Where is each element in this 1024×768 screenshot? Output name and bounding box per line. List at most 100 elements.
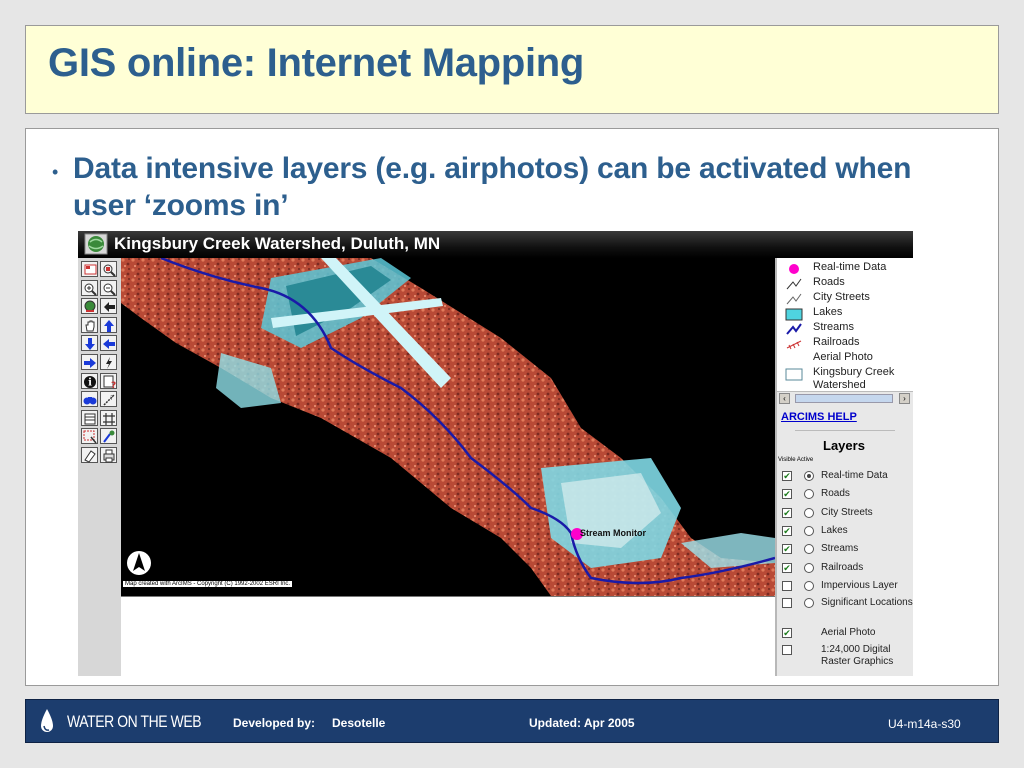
map-view[interactable]: Stream Monitor Map created with ArcIMS -… [121,258,775,596]
legend-item: Railroads [777,336,913,351]
pan-east-icon[interactable] [81,354,98,370]
layer-active-radio[interactable] [804,489,814,499]
legend-item-label: Lakes [813,306,843,318]
layer-label: City Streets [821,507,873,518]
divider [795,430,895,431]
roads-line-icon [785,277,803,291]
layer-active-radio[interactable] [804,598,814,608]
streets-line-icon [785,292,803,306]
water-drop-icon [41,709,53,732]
layer-visible-checkbox[interactable] [782,645,792,655]
legend-item: Roads [777,276,913,291]
bullet-marker: • [52,162,59,182]
layers-panel: ARCIMS HELP Layers Visible Active ✔ Real-… [777,404,913,676]
layer-visible-checkbox[interactable] [782,598,792,608]
layer-visible-checkbox[interactable] [782,581,792,591]
legend-item: Streams [777,321,913,336]
legend-item-label: Aerial Photo [813,351,873,363]
scroll-left-icon[interactable]: ‹ [779,393,790,404]
layer-label: Real-time Data [821,470,888,481]
layers-title: Layers [823,438,865,453]
layer-row: ✔ Streams [777,541,913,559]
layer-visible-checkbox[interactable]: ✔ [782,563,792,573]
layer-visible-checkbox[interactable]: ✔ [782,508,792,518]
footer: WATER ON THE WEB Developed by: Desotelle… [25,699,999,743]
layer-row: ✔ Real-time Data [777,468,913,486]
select-rectangle-icon[interactable] [81,428,98,445]
map-blank-area [121,596,775,676]
scroll-thumb[interactable] [795,394,893,403]
pan-hand-icon[interactable] [81,316,98,333]
hyperlink-icon[interactable] [100,354,117,370]
print-icon[interactable] [100,447,117,463]
layer-visible-checkbox[interactable]: ✔ [782,471,792,481]
layer-row: Impervious Layer [777,578,913,596]
toggle-legend-icon[interactable] [81,261,98,277]
visible-active-label: Visible Active [778,457,814,463]
buffer-icon[interactable] [100,409,117,426]
map-copyright: Map created with ArcIMS - Copyright (C) … [123,581,293,587]
find-icon[interactable] [81,391,98,408]
footer-updated: Updated: Apr 2005 [529,716,635,730]
north-arrow-icon [127,551,151,575]
layer-active-radio[interactable] [804,581,814,591]
watershed-swatch-icon [785,367,803,381]
overview-map-icon[interactable] [100,261,117,277]
layer-row: ✔ City Streets [777,505,913,523]
layer-active-radio[interactable] [804,508,814,518]
footer-slide-id: U4-m14a-s30 [888,717,961,731]
layer-label: Roads [821,488,850,499]
pan-south-icon[interactable] [81,335,98,352]
select-icon[interactable] [81,409,98,426]
layer-visible-checkbox[interactable]: ✔ [782,526,792,536]
layer-active-radio[interactable] [804,526,814,536]
query-icon[interactable]: ? [100,372,117,390]
zoom-in-icon[interactable] [81,279,98,296]
slide-title: GIS online: Internet Mapping [48,41,585,85]
layer-row: ✔ Lakes [777,523,913,541]
legend-item-label: Railroads [813,336,860,348]
layer-active-radio[interactable] [804,563,814,573]
arcims-help-link[interactable]: ARCIMS HELP [781,411,857,423]
zoom-full-icon[interactable] [81,298,98,315]
layer-active-radio[interactable] [804,471,814,481]
footer-developed-label: Developed by: [233,716,316,730]
footer-developer: Desotelle [332,716,386,730]
bullet-text: Data intensive layers (e.g. airphotos) c… [73,152,912,222]
clear-selection-icon[interactable] [81,447,98,463]
legend-item-label: Roads [813,276,845,288]
globe-icon [84,233,108,255]
identify-icon[interactable]: i [81,372,98,389]
legend-scrollbar[interactable]: ‹ › [777,391,913,404]
layer-label: Significant Locations [821,597,913,608]
lakes-swatch-icon [785,307,803,321]
pan-west-icon[interactable] [100,335,117,352]
legend-item-label: Real-time Data [813,261,887,273]
layer-row: ✔ Railroads [777,560,913,578]
pan-north-icon[interactable] [100,316,117,333]
layer-row: Significant Locations [777,595,913,613]
streams-line-icon [785,322,803,336]
layer-visible-checkbox[interactable]: ✔ [782,489,792,499]
zoom-out-icon[interactable] [100,279,117,296]
svg-text:?: ? [111,381,116,390]
layer-visible-checkbox[interactable]: ✔ [782,544,792,554]
legend-item: Real-time Data [777,261,913,276]
legend-item: City Streets [777,291,913,306]
layer-visible-checkbox[interactable]: ✔ [782,628,792,638]
zoom-back-icon[interactable] [100,298,117,315]
arcims-titlebar: Kingsbury Creek Watershed, Duluth, MN [78,231,913,258]
layer-label: Railroads [821,562,864,573]
select-line-icon[interactable] [100,428,117,445]
layer-row: ✔ Roads [777,486,913,504]
layer-label: Impervious Layer [821,580,898,591]
map-label: Stream Monitor [580,528,647,538]
scroll-right-icon[interactable]: › [899,393,910,404]
measure-icon[interactable]: ? [100,391,117,408]
footer-logo-text: WATER ON THE WEB [67,712,202,731]
legend-item-label: Streams [813,321,854,333]
layer-active-radio[interactable] [804,544,814,554]
layer-label: 1:24,000 Digital Raster Graphics [821,644,894,667]
layer-label: Aerial Photo [821,627,876,638]
railroads-line-icon [785,337,803,351]
